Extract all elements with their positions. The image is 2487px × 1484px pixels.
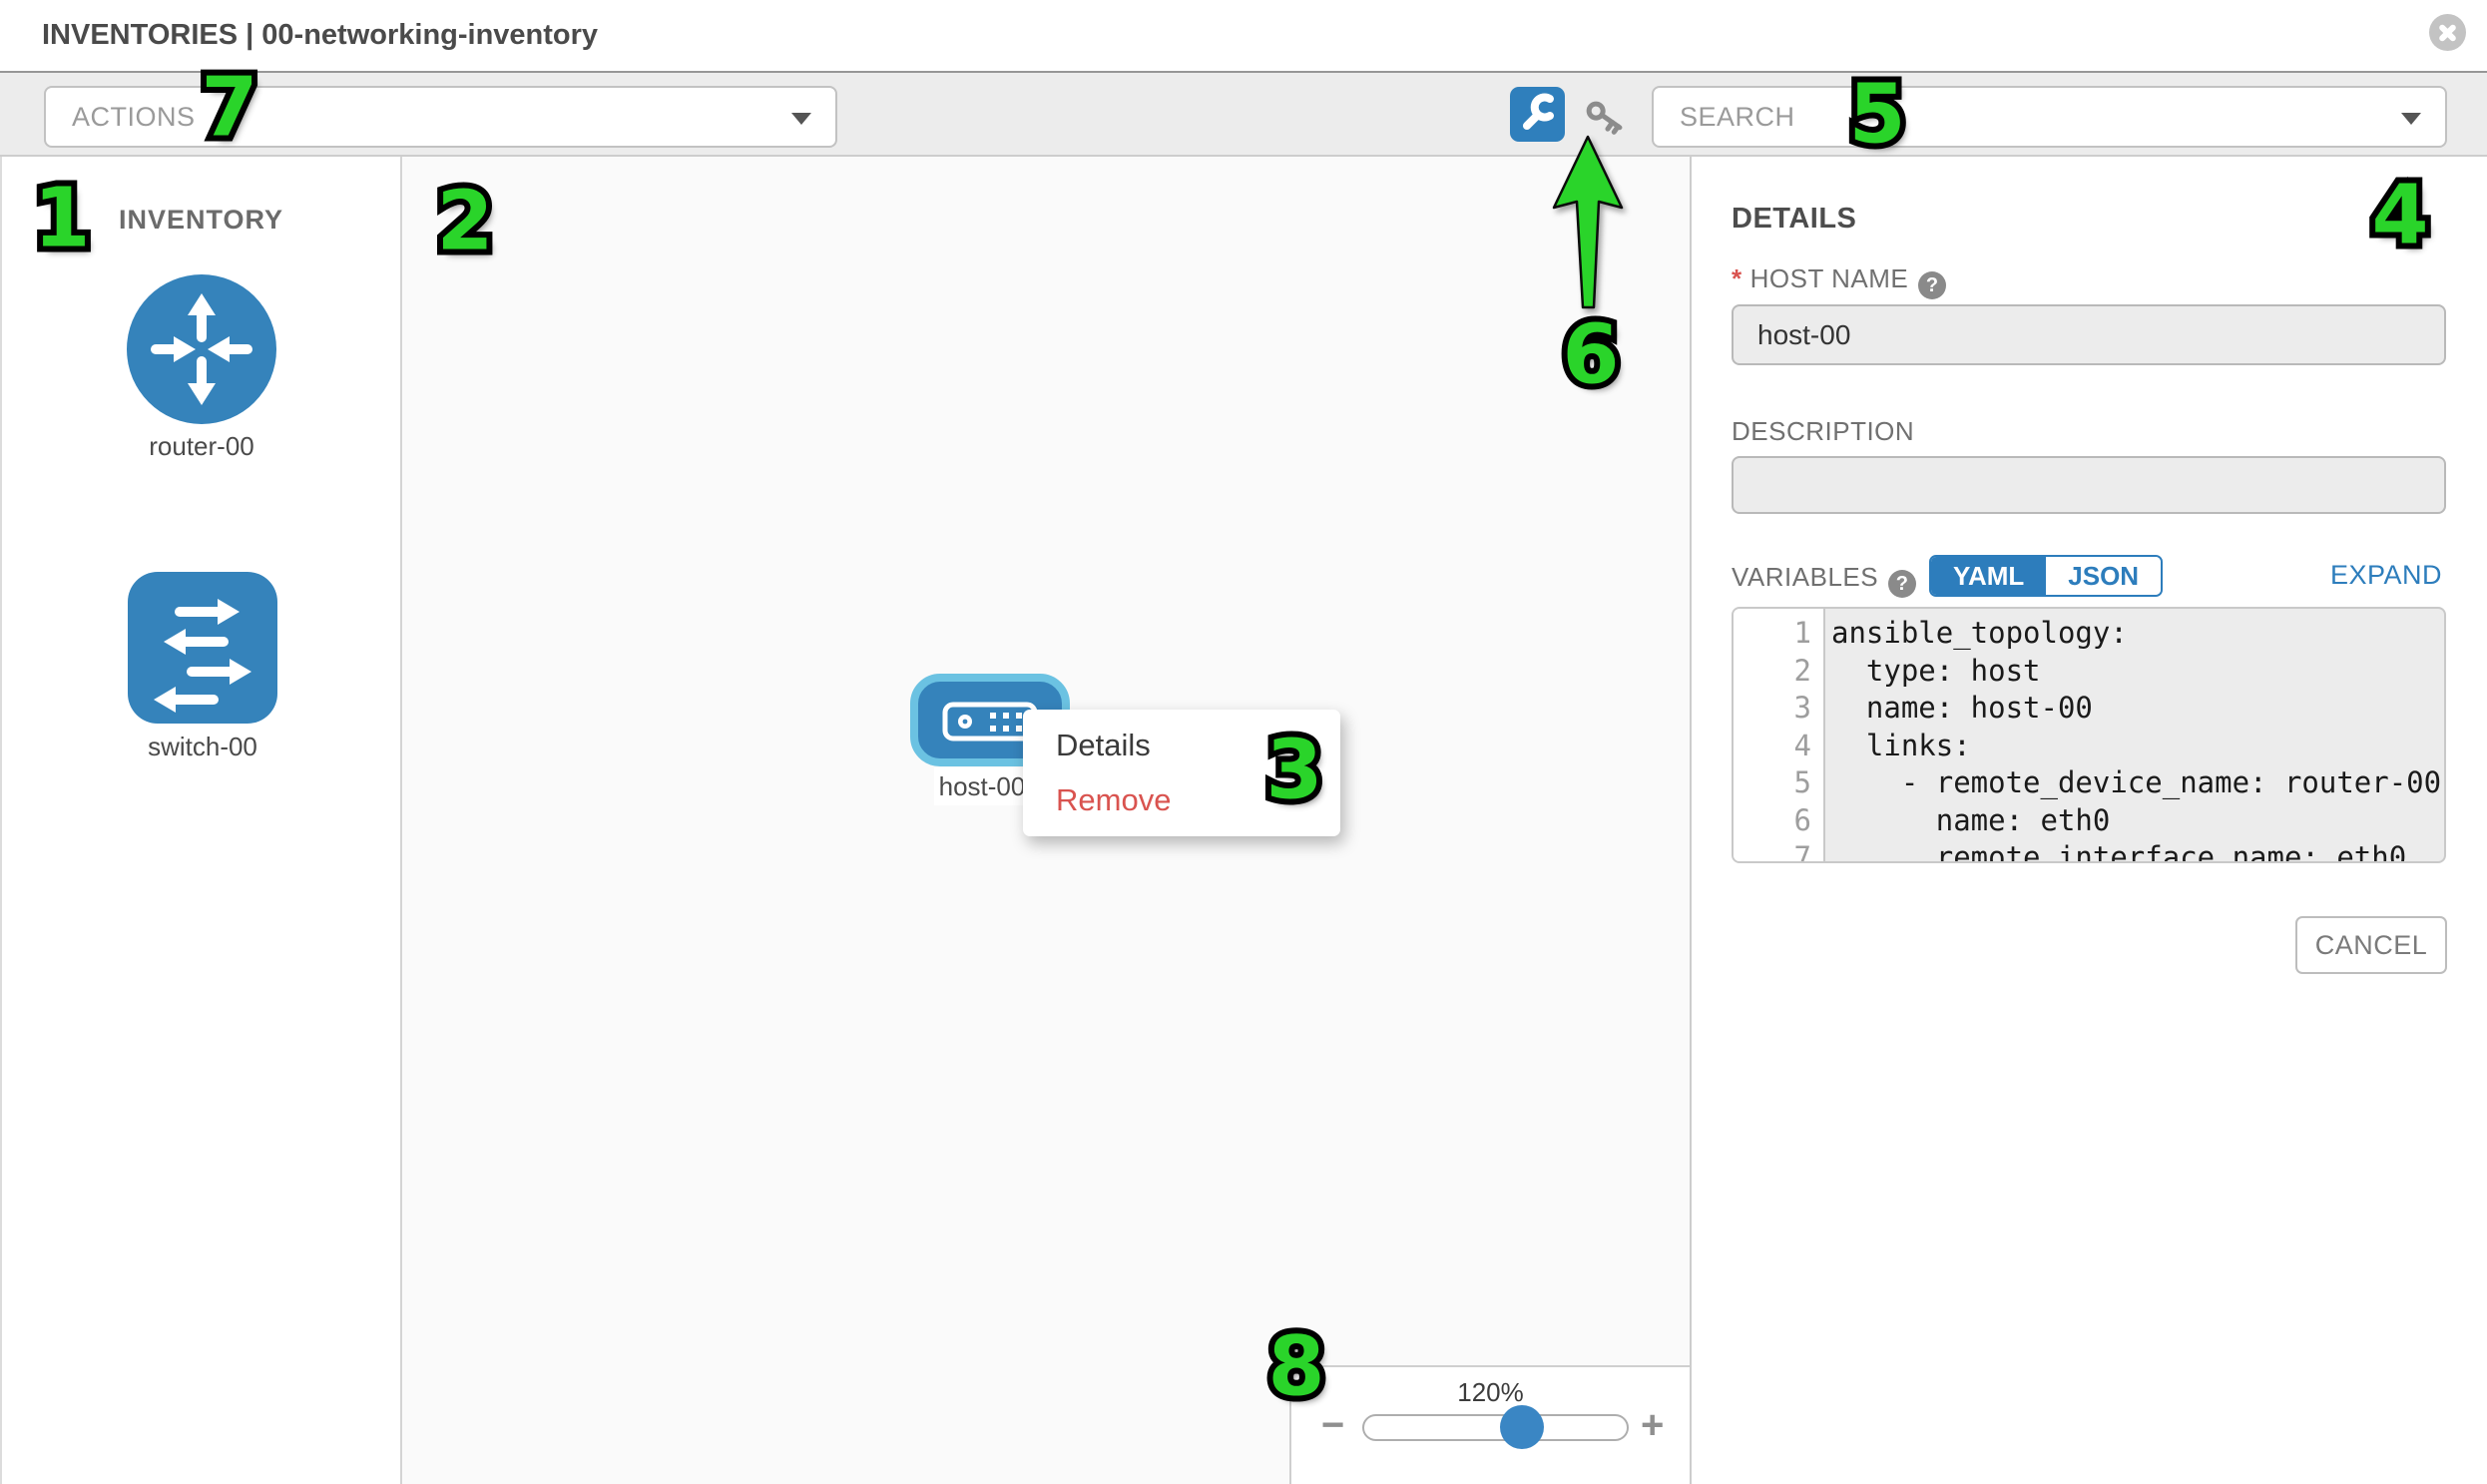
code-line: type: host <box>1831 653 2444 691</box>
page-title: INVENTORIES | 00-networking-inventory <box>42 0 598 71</box>
switch-icon <box>128 572 277 724</box>
palette-item-router[interactable]: router-00 <box>126 273 277 425</box>
zoom-slider-handle[interactable] <box>1500 1405 1544 1449</box>
palette-title: INVENTORY <box>2 205 400 236</box>
code-line: links: <box>1831 728 2444 765</box>
code-line: name: eth0 <box>1831 802 2444 840</box>
host-name-input[interactable] <box>1732 304 2446 365</box>
credentials-button[interactable] <box>1583 95 1629 141</box>
menu-item-details[interactable]: Details <box>1023 718 1340 772</box>
toolbar: ACTIONS SEARCH <box>0 71 2487 157</box>
editor-gutter: 1 2 3 4 5 6 7 <box>1734 609 1825 861</box>
help-icon[interactable]: ? <box>1888 570 1916 598</box>
host-node-label: host-00 <box>934 767 1030 805</box>
code-line: name: host-00 <box>1831 690 2444 728</box>
actions-dropdown-label: ACTIONS <box>72 88 196 146</box>
format-toggle: YAML JSON <box>1929 555 2163 597</box>
palette-item-label: switch-00 <box>128 732 277 762</box>
code-line: ansible_topology: <box>1831 615 2444 653</box>
key-icon <box>1583 95 1629 141</box>
search-dropdown-label: SEARCH <box>1680 88 1795 146</box>
details-panel: DETAILS *HOST NAME? DESCRIPTION VARIABLE… <box>1690 157 2487 1484</box>
zoom-level-value: 120% <box>1291 1377 1690 1408</box>
app-window: INVENTORIES | 00-networking-inventory AC… <box>0 0 2487 1484</box>
chevron-down-icon <box>2401 113 2421 125</box>
inventory-palette: INVENTORY router-00 <box>0 157 402 1484</box>
code-line: - remote_device_name: router-00 <box>1831 764 2444 802</box>
node-context-menu: Details Remove <box>1023 710 1340 836</box>
search-dropdown[interactable]: SEARCH <box>1652 86 2447 148</box>
chevron-down-icon <box>791 113 811 125</box>
palette-item-switch[interactable]: switch-00 <box>128 572 277 724</box>
actions-dropdown[interactable]: ACTIONS <box>44 86 837 148</box>
editor-code-area[interactable]: ansible_topology: type: host name: host-… <box>1825 609 2444 861</box>
header: INVENTORIES | 00-networking-inventory <box>0 0 2487 71</box>
topology-canvas[interactable]: host-00 Details Remove 120% − + <box>402 157 1690 1484</box>
help-icon[interactable]: ? <box>1918 271 1946 299</box>
wrench-icon <box>1510 87 1565 142</box>
variables-editor: 1 2 3 4 5 6 7 ansible_topology: type: ho… <box>1732 607 2446 863</box>
close-button[interactable] <box>2429 14 2466 51</box>
zoom-out-button[interactable]: − <box>1321 1403 1344 1447</box>
zoom-in-button[interactable]: + <box>1641 1403 1664 1447</box>
zoom-control: 120% − + <box>1289 1365 1690 1484</box>
panel-heading: DETAILS <box>1732 203 1856 236</box>
palette-item-label: router-00 <box>126 431 277 462</box>
menu-item-remove[interactable]: Remove <box>1023 772 1340 827</box>
host-name-label: *HOST NAME? <box>1732 263 1946 299</box>
required-marker: * <box>1732 263 1742 293</box>
toggle-yaml[interactable]: YAML <box>1931 557 2046 595</box>
toggle-json[interactable]: JSON <box>2046 557 2161 595</box>
expand-link[interactable]: EXPAND <box>2330 560 2442 591</box>
description-label: DESCRIPTION <box>1732 416 1914 447</box>
code-line: remote_interface_name: eth0 <box>1831 839 2444 863</box>
router-icon <box>126 273 277 425</box>
build-mode-button[interactable] <box>1510 87 1565 142</box>
zoom-slider-track[interactable] <box>1362 1414 1629 1441</box>
cancel-button[interactable]: CANCEL <box>2295 916 2447 974</box>
description-input[interactable] <box>1732 456 2446 514</box>
variables-label: VARIABLES? <box>1732 562 1916 598</box>
